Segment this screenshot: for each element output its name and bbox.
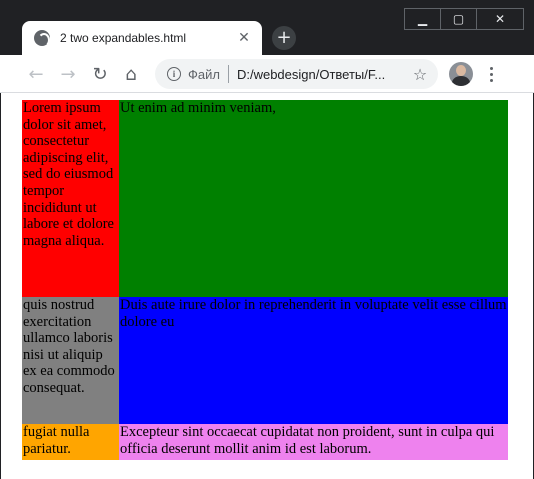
globe-icon <box>34 30 50 47</box>
address-separator <box>227 65 229 83</box>
grid-cell-blue: Duis aute irure dolor in reprehenderit i… <box>119 297 508 424</box>
maximize-button[interactable]: ▢ <box>441 9 477 29</box>
browser-window: ▁ ▢ ✕ 2 two expandables.html ✕ + ← → ↻ ⌂… <box>0 0 534 479</box>
page-viewport: Lorem ipsum dolor sit amet, consectetur … <box>0 93 534 479</box>
active-tab[interactable]: 2 two expandables.html ✕ <box>22 21 262 55</box>
home-button[interactable]: ⌂ <box>119 62 143 86</box>
grid-cell-orange: fugiat nulla pariatur. <box>22 424 119 460</box>
browser-toolbar: ← → ↻ ⌂ i Файл D:/webdesign/Ответы/F... … <box>0 55 534 93</box>
url-text[interactable]: D:/webdesign/Ответы/F... <box>237 67 410 82</box>
kebab-menu-icon[interactable] <box>483 62 499 86</box>
content-grid: Lorem ipsum dolor sit amet, consectetur … <box>22 100 508 460</box>
bookmark-star-icon[interactable]: ☆ <box>410 65 430 84</box>
minimize-button[interactable]: ▁ <box>405 9 441 29</box>
profile-avatar[interactable] <box>449 62 473 86</box>
grid-cell-red: Lorem ipsum dolor sit amet, consectetur … <box>22 100 119 297</box>
tab-title: 2 two expandables.html <box>60 31 187 45</box>
back-button[interactable]: ← <box>24 62 48 86</box>
title-bar: ▁ ▢ ✕ 2 two expandables.html ✕ + <box>0 0 534 55</box>
info-icon[interactable]: i <box>167 67 181 81</box>
grid-cell-green: Ut enim ad minim veniam, <box>119 100 508 297</box>
window-controls: ▁ ▢ ✕ <box>404 8 524 30</box>
new-tab-button[interactable]: + <box>272 26 296 50</box>
reload-button[interactable]: ↻ <box>88 62 112 86</box>
scheme-label: Файл <box>188 66 220 82</box>
tab-close-icon[interactable]: ✕ <box>236 30 252 46</box>
grid-cell-violet: Excepteur sint occaecat cupidatat non pr… <box>119 424 508 460</box>
close-window-button[interactable]: ✕ <box>477 9 523 29</box>
grid-cell-gray: quis nostrud exercitation ullamco labori… <box>22 297 119 424</box>
address-bar[interactable]: i Файл D:/webdesign/Ответы/F... ☆ <box>155 59 438 89</box>
forward-button[interactable]: → <box>56 62 80 86</box>
